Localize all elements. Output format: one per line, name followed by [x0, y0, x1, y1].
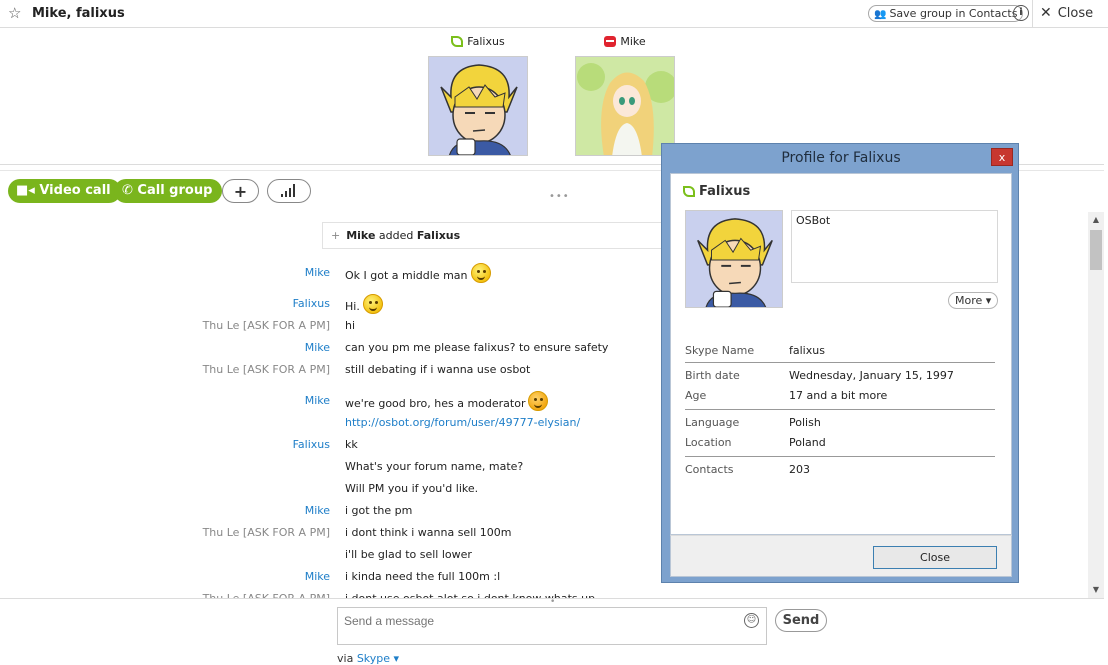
close-icon: ✕ — [1040, 5, 1052, 21]
participant-mike[interactable]: Mike — [575, 34, 675, 156]
message-sender[interactable]: Thu Le [ASK FOR A PM] — [203, 523, 330, 543]
message-text: still debating if i wanna use osbot — [345, 363, 531, 376]
profile-row-contacts: Contacts 203 — [685, 463, 810, 476]
close-label: Close — [1057, 6, 1094, 21]
busy-status-icon — [604, 36, 617, 47]
video-camera-icon: ■◂ — [16, 183, 40, 198]
dialog-close-button[interactable]: Close — [873, 546, 997, 569]
dialog-title: Profile for Falixus — [781, 150, 901, 166]
mood-message: OSBot — [791, 210, 998, 283]
profile-name: Falixus — [683, 184, 750, 199]
add-button[interactable]: + — [222, 179, 259, 203]
scroll-down-arrow-icon[interactable]: ▼ — [1088, 582, 1104, 598]
message-row: Thu Le [ASK FOR A PM] i dont use osbot a… — [0, 589, 1088, 598]
chevron-down-icon: ▾ — [390, 652, 400, 665]
video-call-label: Video call — [39, 183, 111, 198]
smile-emoticon-icon — [362, 294, 383, 314]
divider — [1032, 0, 1033, 28]
divider — [685, 456, 995, 457]
profile-avatar — [685, 210, 783, 308]
dialog-close-icon[interactable]: x — [991, 148, 1013, 166]
message-text: i kinda need the full 100m :l — [345, 570, 501, 583]
video-call-button[interactable]: ■◂ Video call — [8, 179, 121, 203]
tongue-emoticon-icon — [528, 391, 549, 411]
save-group-label: Save group in Contacts — [889, 7, 1018, 20]
message-text: i dont use osbot alot so i dont know wha… — [345, 589, 595, 598]
message-input[interactable] — [337, 607, 767, 645]
message-sender[interactable]: Thu Le [ASK FOR A PM] — [203, 360, 330, 380]
info-icon[interactable]: i — [1013, 5, 1029, 21]
call-quality-button[interactable] — [267, 179, 311, 203]
group-icon: 👥 — [874, 9, 887, 20]
profile-row-age: Age 17 and a bit more — [685, 389, 888, 402]
participant-falixus[interactable]: Falixus — [428, 34, 528, 156]
message-sender[interactable]: Mike — [305, 567, 330, 587]
message-sender[interactable]: Falixus — [293, 294, 330, 314]
profile-row-location: Location Poland — [685, 436, 826, 449]
avatar[interactable] — [575, 56, 675, 156]
divider — [685, 362, 995, 363]
scroll-thumb[interactable] — [1090, 230, 1102, 270]
message-text: Hi. — [345, 294, 383, 317]
chat-scrollbar[interactable]: ▲ ▼ — [1088, 212, 1104, 598]
call-group-button[interactable]: ✆ Call group — [114, 179, 223, 203]
message-text: Will PM you if you'd like. — [345, 482, 479, 495]
via-selector[interactable]: via Skype ▾ — [337, 652, 399, 665]
message-sender[interactable]: Mike — [305, 501, 330, 521]
avatar[interactable] — [428, 56, 528, 156]
message-text: What's your forum name, mate? — [345, 460, 524, 473]
message-sender[interactable]: Mike — [305, 338, 330, 358]
message-sender[interactable]: Mike — [305, 263, 330, 283]
profile-row-birth-date: Birth date Wednesday, January 15, 1997 — [685, 369, 954, 382]
close-conversation-button[interactable]: ✕ Close — [1040, 5, 1093, 21]
message-text: kk — [345, 438, 358, 451]
conversation-title: Mike, falixus — [32, 6, 125, 21]
emoticon-picker-icon[interactable]: ☺ — [744, 613, 759, 628]
system-event: + Mike added Falixus — [322, 222, 682, 249]
save-group-button[interactable]: 👥 Save group in Contacts — [868, 5, 1024, 22]
message-text: i got the pm — [345, 504, 413, 517]
message-sender[interactable]: Thu Le [ASK FOR A PM] — [203, 589, 330, 598]
message-text: i'll be glad to sell lower — [345, 548, 472, 561]
participant-name: Mike — [575, 34, 675, 50]
message-sender[interactable]: Thu Le [ASK FOR A PM] — [203, 316, 330, 336]
message-text: i dont think i wanna sell 100m — [345, 526, 512, 539]
profile-body: Falixus OSBot More ▾ Skype Name falixus B… — [670, 173, 1012, 535]
message-sender[interactable]: Falixus — [293, 435, 330, 455]
profile-row-skype-name: Skype Name falixus — [685, 344, 825, 357]
profile-dialog: Profile for Falixus x Falixus OSBot More… — [661, 143, 1019, 583]
message-text: Ok I got a middle man — [345, 263, 491, 286]
participant-name: Falixus — [428, 34, 528, 50]
profile-row-language: Language Polish — [685, 416, 821, 429]
chevron-down-icon: ▾ — [985, 294, 992, 307]
star-icon[interactable]: ☆ — [8, 4, 21, 22]
send-button[interactable]: Send — [775, 609, 827, 632]
phone-icon: ✆ — [122, 183, 138, 198]
signal-bars-icon — [281, 184, 295, 197]
resize-handle[interactable]: • — [550, 597, 555, 607]
online-status-icon — [451, 36, 464, 47]
message-text: we're good bro, hes a moderator — [345, 391, 549, 414]
divider — [685, 409, 995, 410]
message-text: hi — [345, 319, 356, 332]
message-link[interactable]: http://osbot.org/forum/user/49777-elysia… — [345, 413, 580, 433]
via-service[interactable]: Skype — [357, 652, 390, 665]
message-text: can you pm me please falixus? to ensure … — [345, 341, 609, 354]
plus-icon: + — [331, 229, 341, 242]
scroll-up-arrow-icon[interactable]: ▲ — [1088, 212, 1104, 228]
smile-emoticon-icon — [470, 263, 491, 283]
message-sender[interactable]: Mike — [305, 391, 330, 411]
call-group-label: Call group — [137, 183, 213, 198]
title-bar: ☆ Mike, falixus 👥 Save group in Contacts … — [0, 0, 1108, 28]
more-button[interactable]: More ▾ — [948, 292, 999, 309]
dialog-footer: Close — [670, 535, 1012, 577]
online-status-icon — [683, 186, 695, 197]
